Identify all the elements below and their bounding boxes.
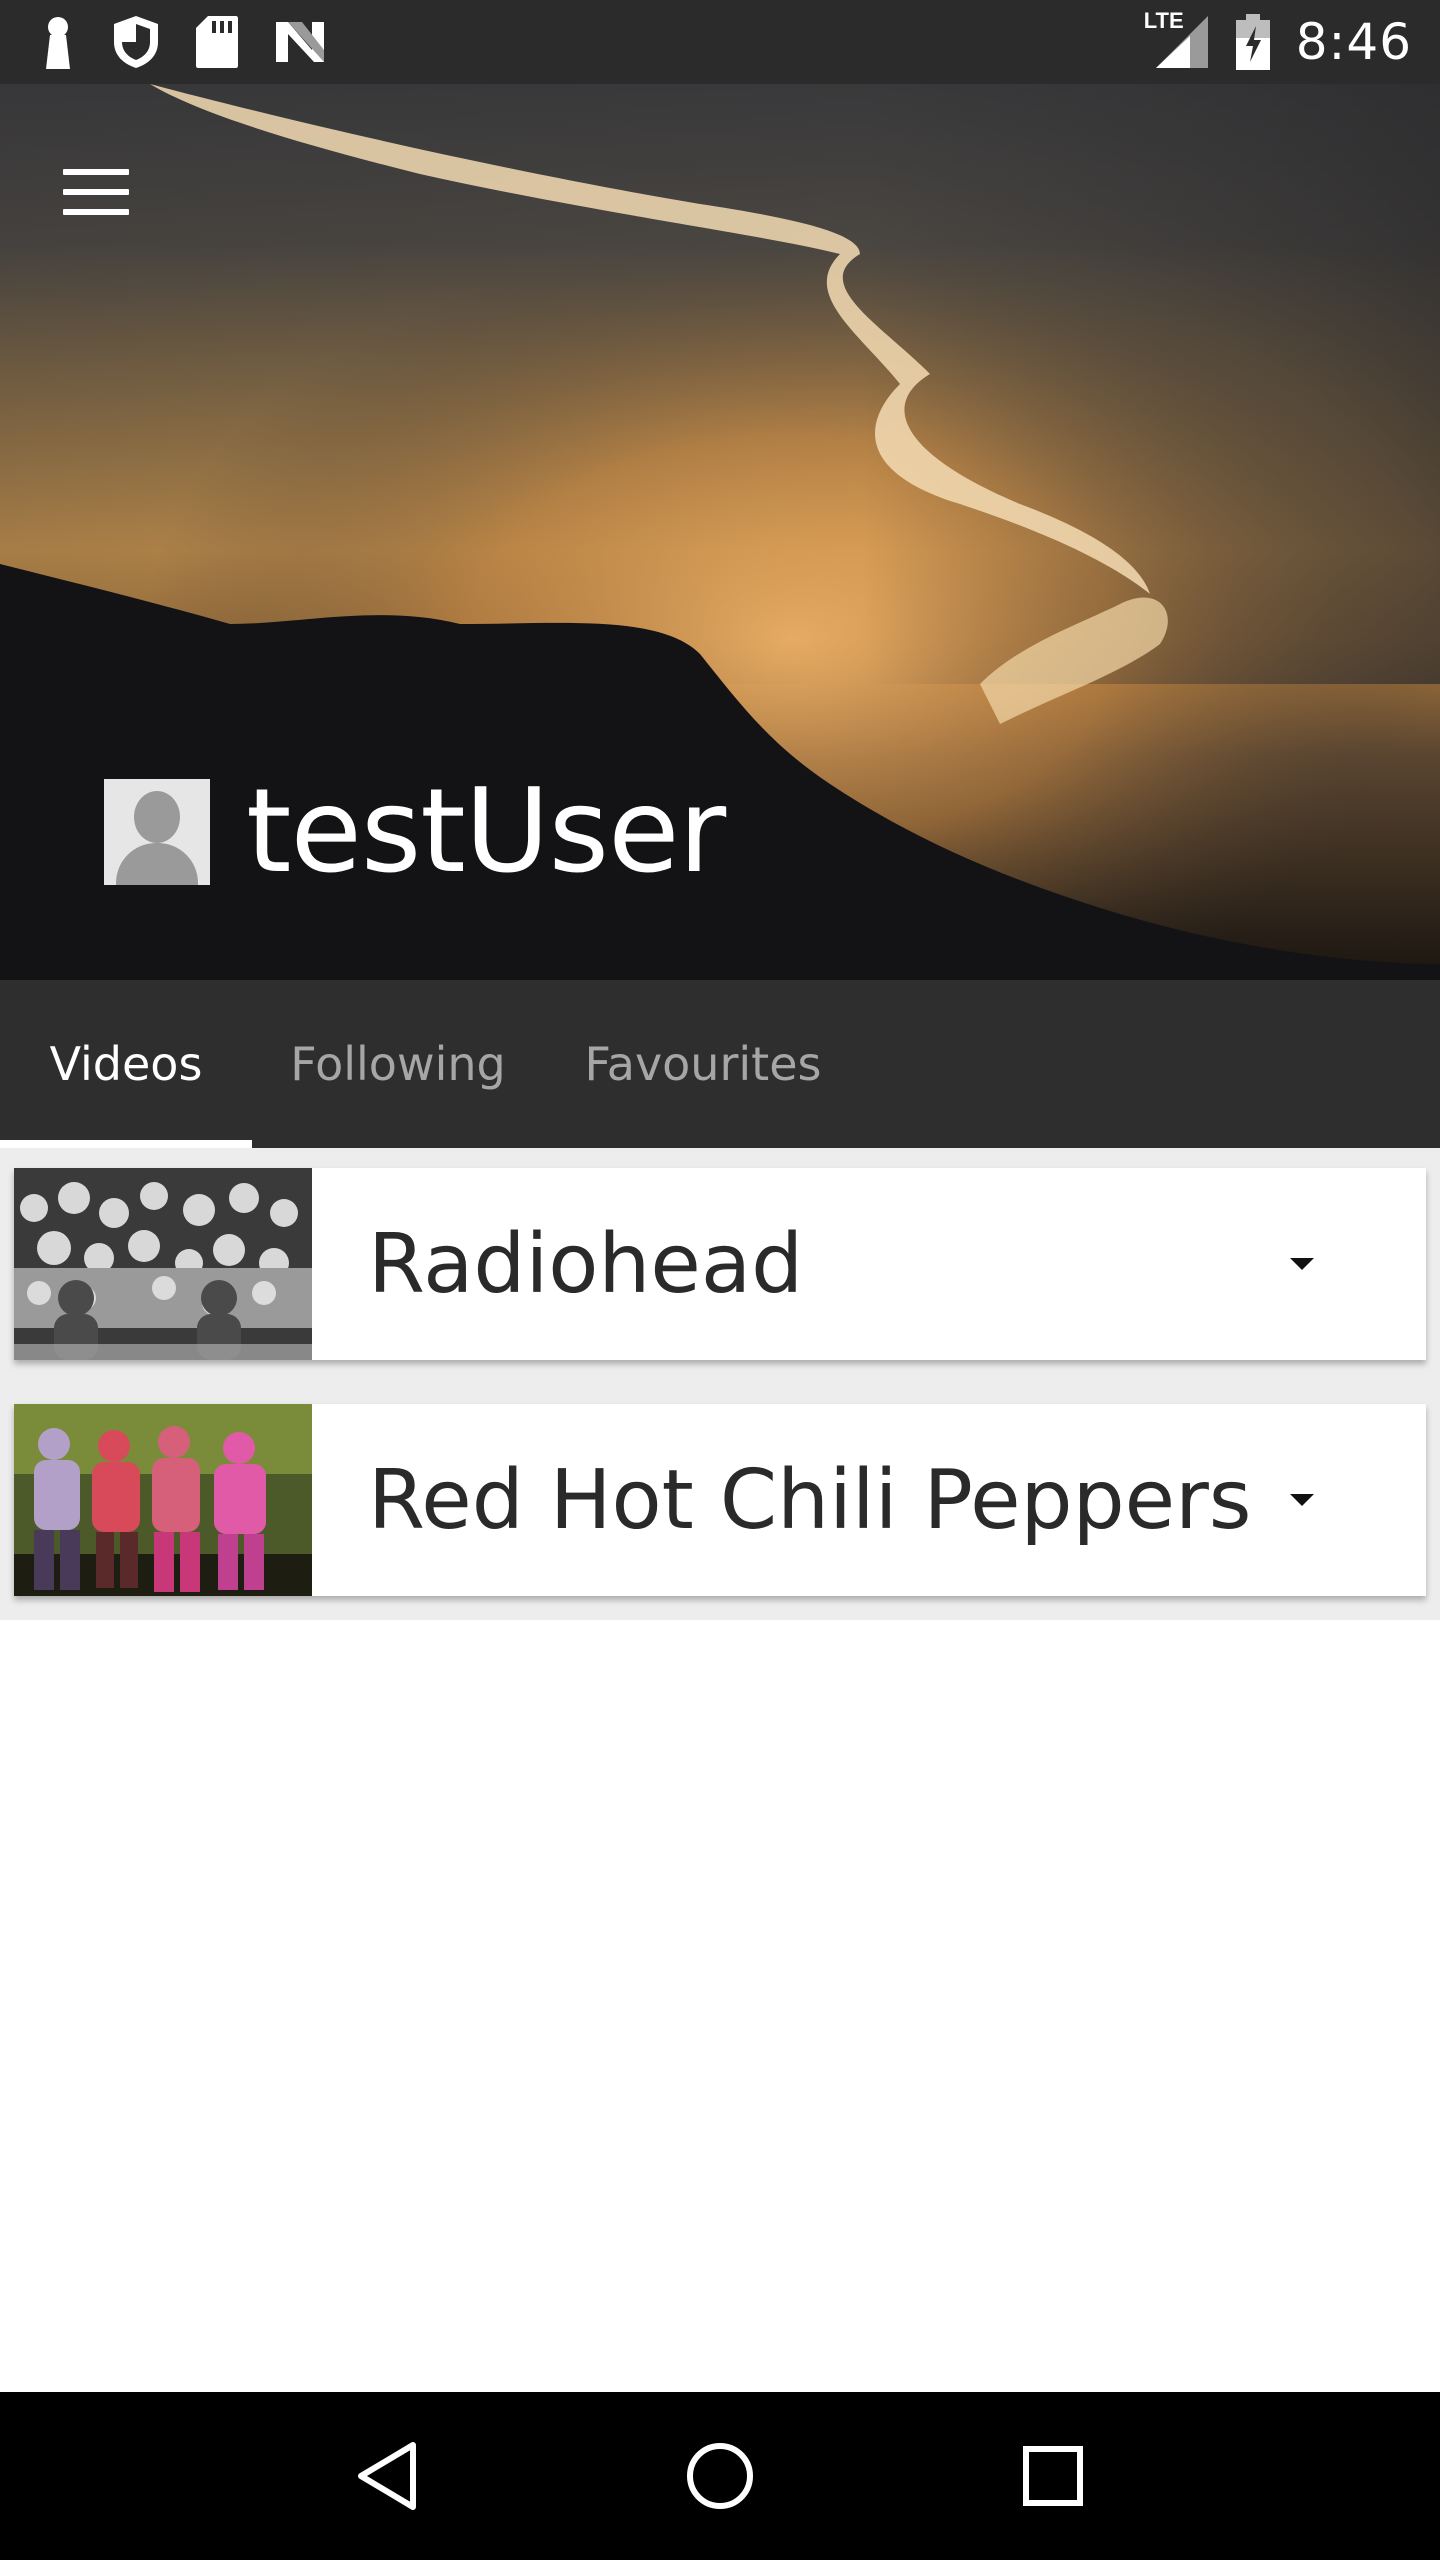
username: testUser [246,764,726,899]
status-bar: LTE 8:46 [0,0,1440,84]
video-title: Red Hot Chili Peppers [368,1452,1252,1548]
profile-row: testUser [104,764,726,899]
network-type-label: LTE [1143,8,1184,33]
profile-header-banner: testUser [0,84,1440,980]
status-left-icons [40,14,326,70]
hamburger-menu-icon [63,169,129,175]
tab-favourites[interactable]: Favourites [544,980,862,1148]
default-avatar-icon[interactable] [104,778,210,885]
home-icon[interactable] [660,2416,780,2536]
keyhole-icon [40,15,76,69]
radiohead-thumbnail [14,1168,312,1360]
dropdown-arrow-icon[interactable] [1254,1452,1350,1548]
video-title: Radiohead [368,1216,804,1312]
video-list: Radiohead Red Hot Chili Peppers [0,1148,1440,1620]
navigation-bar [0,2392,1440,2560]
empty-area [0,1620,1440,2392]
status-time: 8:46 [1295,13,1412,71]
rhcp-thumbnail [14,1404,312,1596]
status-right-icons: LTE 8:46 [1144,8,1412,71]
menu-button[interactable] [48,144,144,240]
dropdown-arrow-icon[interactable] [1254,1216,1350,1312]
back-icon[interactable] [327,2416,447,2536]
n-logo-icon [274,20,326,64]
list-item[interactable]: Red Hot Chili Peppers [14,1404,1426,1596]
recents-icon[interactable] [993,2416,1113,2536]
battery-charging-icon [1235,14,1270,70]
signal-icon: LTE [1144,8,1210,70]
sd-card-icon [196,16,238,68]
tab-following[interactable]: Following [252,980,544,1148]
tab-videos[interactable]: Videos [0,980,252,1148]
shield-icon [112,14,160,70]
tab-bar: Videos Following Favourites [0,980,1440,1148]
list-item[interactable]: Radiohead [14,1168,1426,1360]
